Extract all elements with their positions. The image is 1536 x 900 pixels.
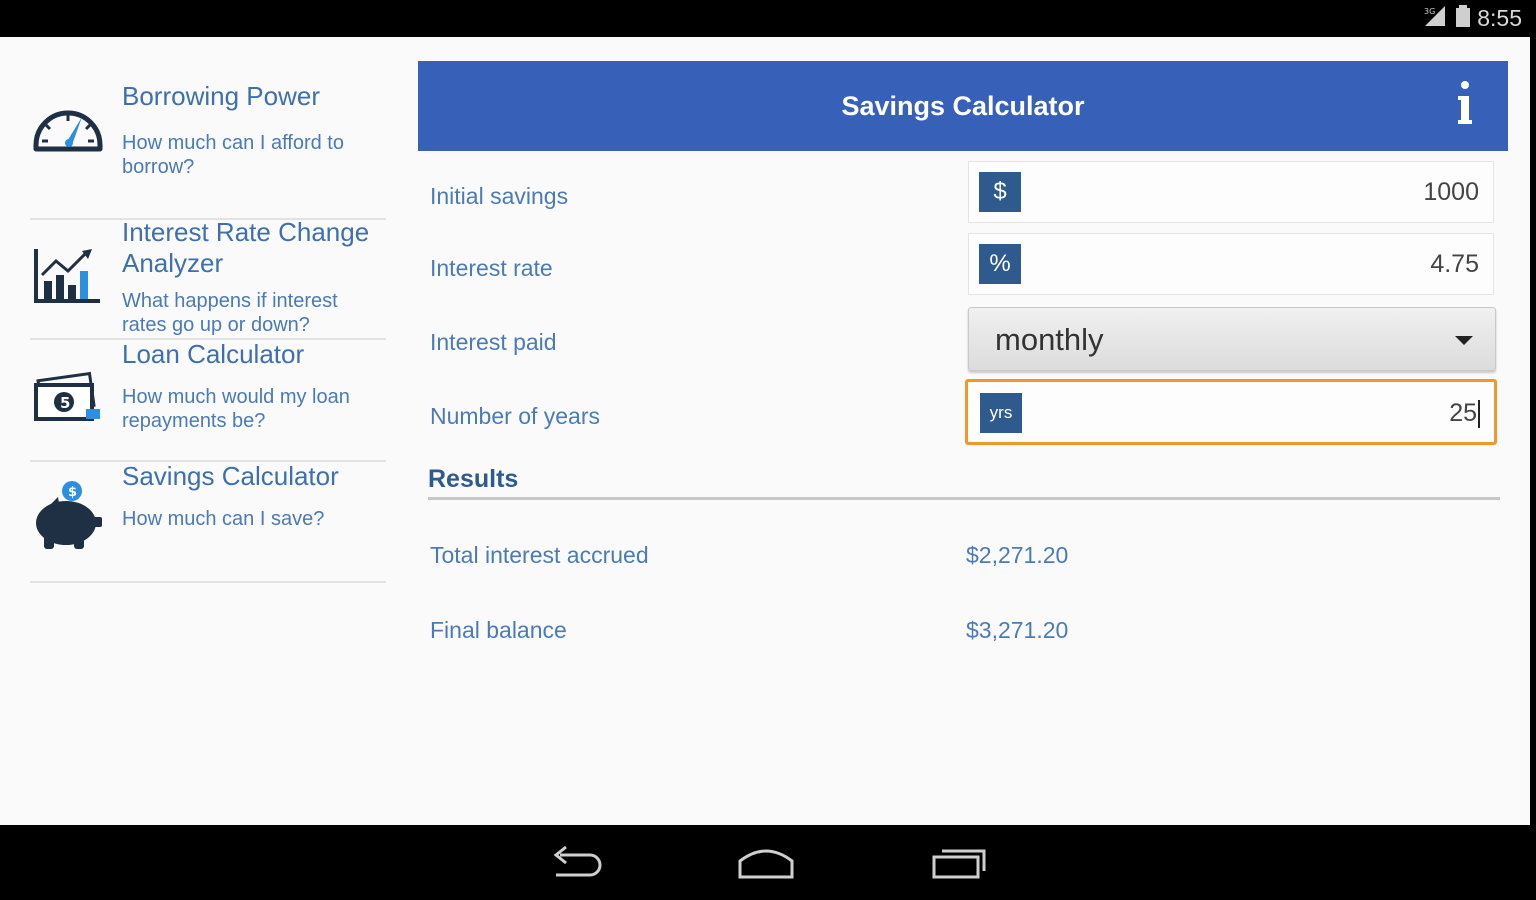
sidebar-item-desc: How much can I afford to borrow?: [122, 132, 344, 178]
sidebar-item-desc: What happens if interest rates go up or …: [122, 290, 338, 336]
years-label: Number of years: [430, 403, 601, 429]
navigation-bar: [0, 825, 1536, 900]
years-value-text: 25: [1449, 399, 1477, 427]
interest-paid-value: monthly: [995, 322, 1104, 357]
final-balance-value: $3,271.20: [966, 617, 1069, 643]
results-heading: Results: [428, 465, 519, 493]
years-input[interactable]: yrs 25: [965, 379, 1497, 445]
years-value: 25: [1449, 382, 1480, 442]
initial-savings-input[interactable]: $ 1000: [968, 161, 1494, 223]
battery-icon: [1455, 4, 1471, 33]
app-window: Borrowing Power How much can I afford to…: [0, 37, 1530, 825]
sidebar-item-loan-calculator[interactable]: 5 Loan Calculator How much would my loan…: [30, 339, 386, 459]
speedometer-icon: [30, 93, 106, 169]
text-cursor: [1478, 400, 1480, 429]
interest-rate-label: Interest rate: [430, 255, 553, 281]
calculator-panel: Savings Calculator Initial savings $ 100…: [418, 61, 1508, 801]
chart-icon: [30, 241, 106, 317]
back-icon: [553, 845, 602, 877]
money-icon: 5: [30, 361, 106, 437]
sidebar-item-title: Savings Calculator: [122, 461, 339, 491]
info-icon: [1458, 81, 1472, 124]
sidebar-item-title: Borrowing Power: [122, 81, 320, 111]
sidebar-item-title: Interest Rate Change Analyzer: [122, 217, 370, 278]
sidebar-item-desc: How much can I save?: [122, 508, 325, 530]
sidebar-item-title: Loan Calculator: [122, 339, 305, 369]
chevron-down-icon: [1455, 336, 1473, 345]
interest-rate-input[interactable]: % 4.75: [968, 233, 1494, 295]
percent-icon: %: [979, 244, 1021, 284]
results-divider: [428, 497, 1500, 500]
total-interest-label: Total interest accrued: [430, 542, 649, 568]
years-icon: yrs: [980, 393, 1022, 433]
header-bar: Savings Calculator: [418, 61, 1508, 151]
piggy-bank-icon: $: [30, 479, 106, 555]
sidebar-item-savings-calculator[interactable]: $ Savings Calculator How much can I save…: [30, 461, 386, 579]
initial-savings-value: 1000: [1423, 178, 1479, 206]
status-bar: 3G 8:55: [0, 0, 1536, 37]
interest-rate-value: 4.75: [1430, 250, 1479, 278]
dollar-icon: $: [979, 172, 1021, 212]
sidebar-item-desc: How much would my loan repayments be?: [122, 386, 350, 432]
interest-paid-label: Interest paid: [430, 329, 557, 355]
recents-icon: [932, 849, 986, 879]
svg-text:$: $: [68, 485, 77, 500]
status-time: 8:55: [1477, 4, 1522, 31]
final-balance-label: Final balance: [430, 617, 567, 643]
home-button[interactable]: [736, 843, 796, 883]
back-button[interactable]: [546, 843, 606, 883]
total-interest-value: $2,271.20: [966, 542, 1069, 568]
sidebar-item-borrowing-power[interactable]: Borrowing Power How much can I afford to…: [30, 67, 386, 217]
svg-text:3G: 3G: [1424, 7, 1435, 16]
interest-paid-dropdown[interactable]: monthly: [968, 307, 1496, 371]
home-icon: [738, 849, 794, 879]
recents-button[interactable]: [930, 843, 990, 883]
info-button[interactable]: [1442, 75, 1488, 135]
sidebar-divider: [30, 581, 386, 583]
status-icons: 3G 8:55: [1423, 4, 1522, 32]
page-title: Savings Calculator: [841, 91, 1085, 121]
initial-savings-label: Initial savings: [430, 183, 569, 209]
svg-text:5: 5: [60, 394, 70, 412]
sidebar-item-interest-rate-analyzer[interactable]: Interest Rate Change Analyzer What happe…: [30, 217, 386, 337]
signal-icon: 3G: [1423, 4, 1449, 33]
